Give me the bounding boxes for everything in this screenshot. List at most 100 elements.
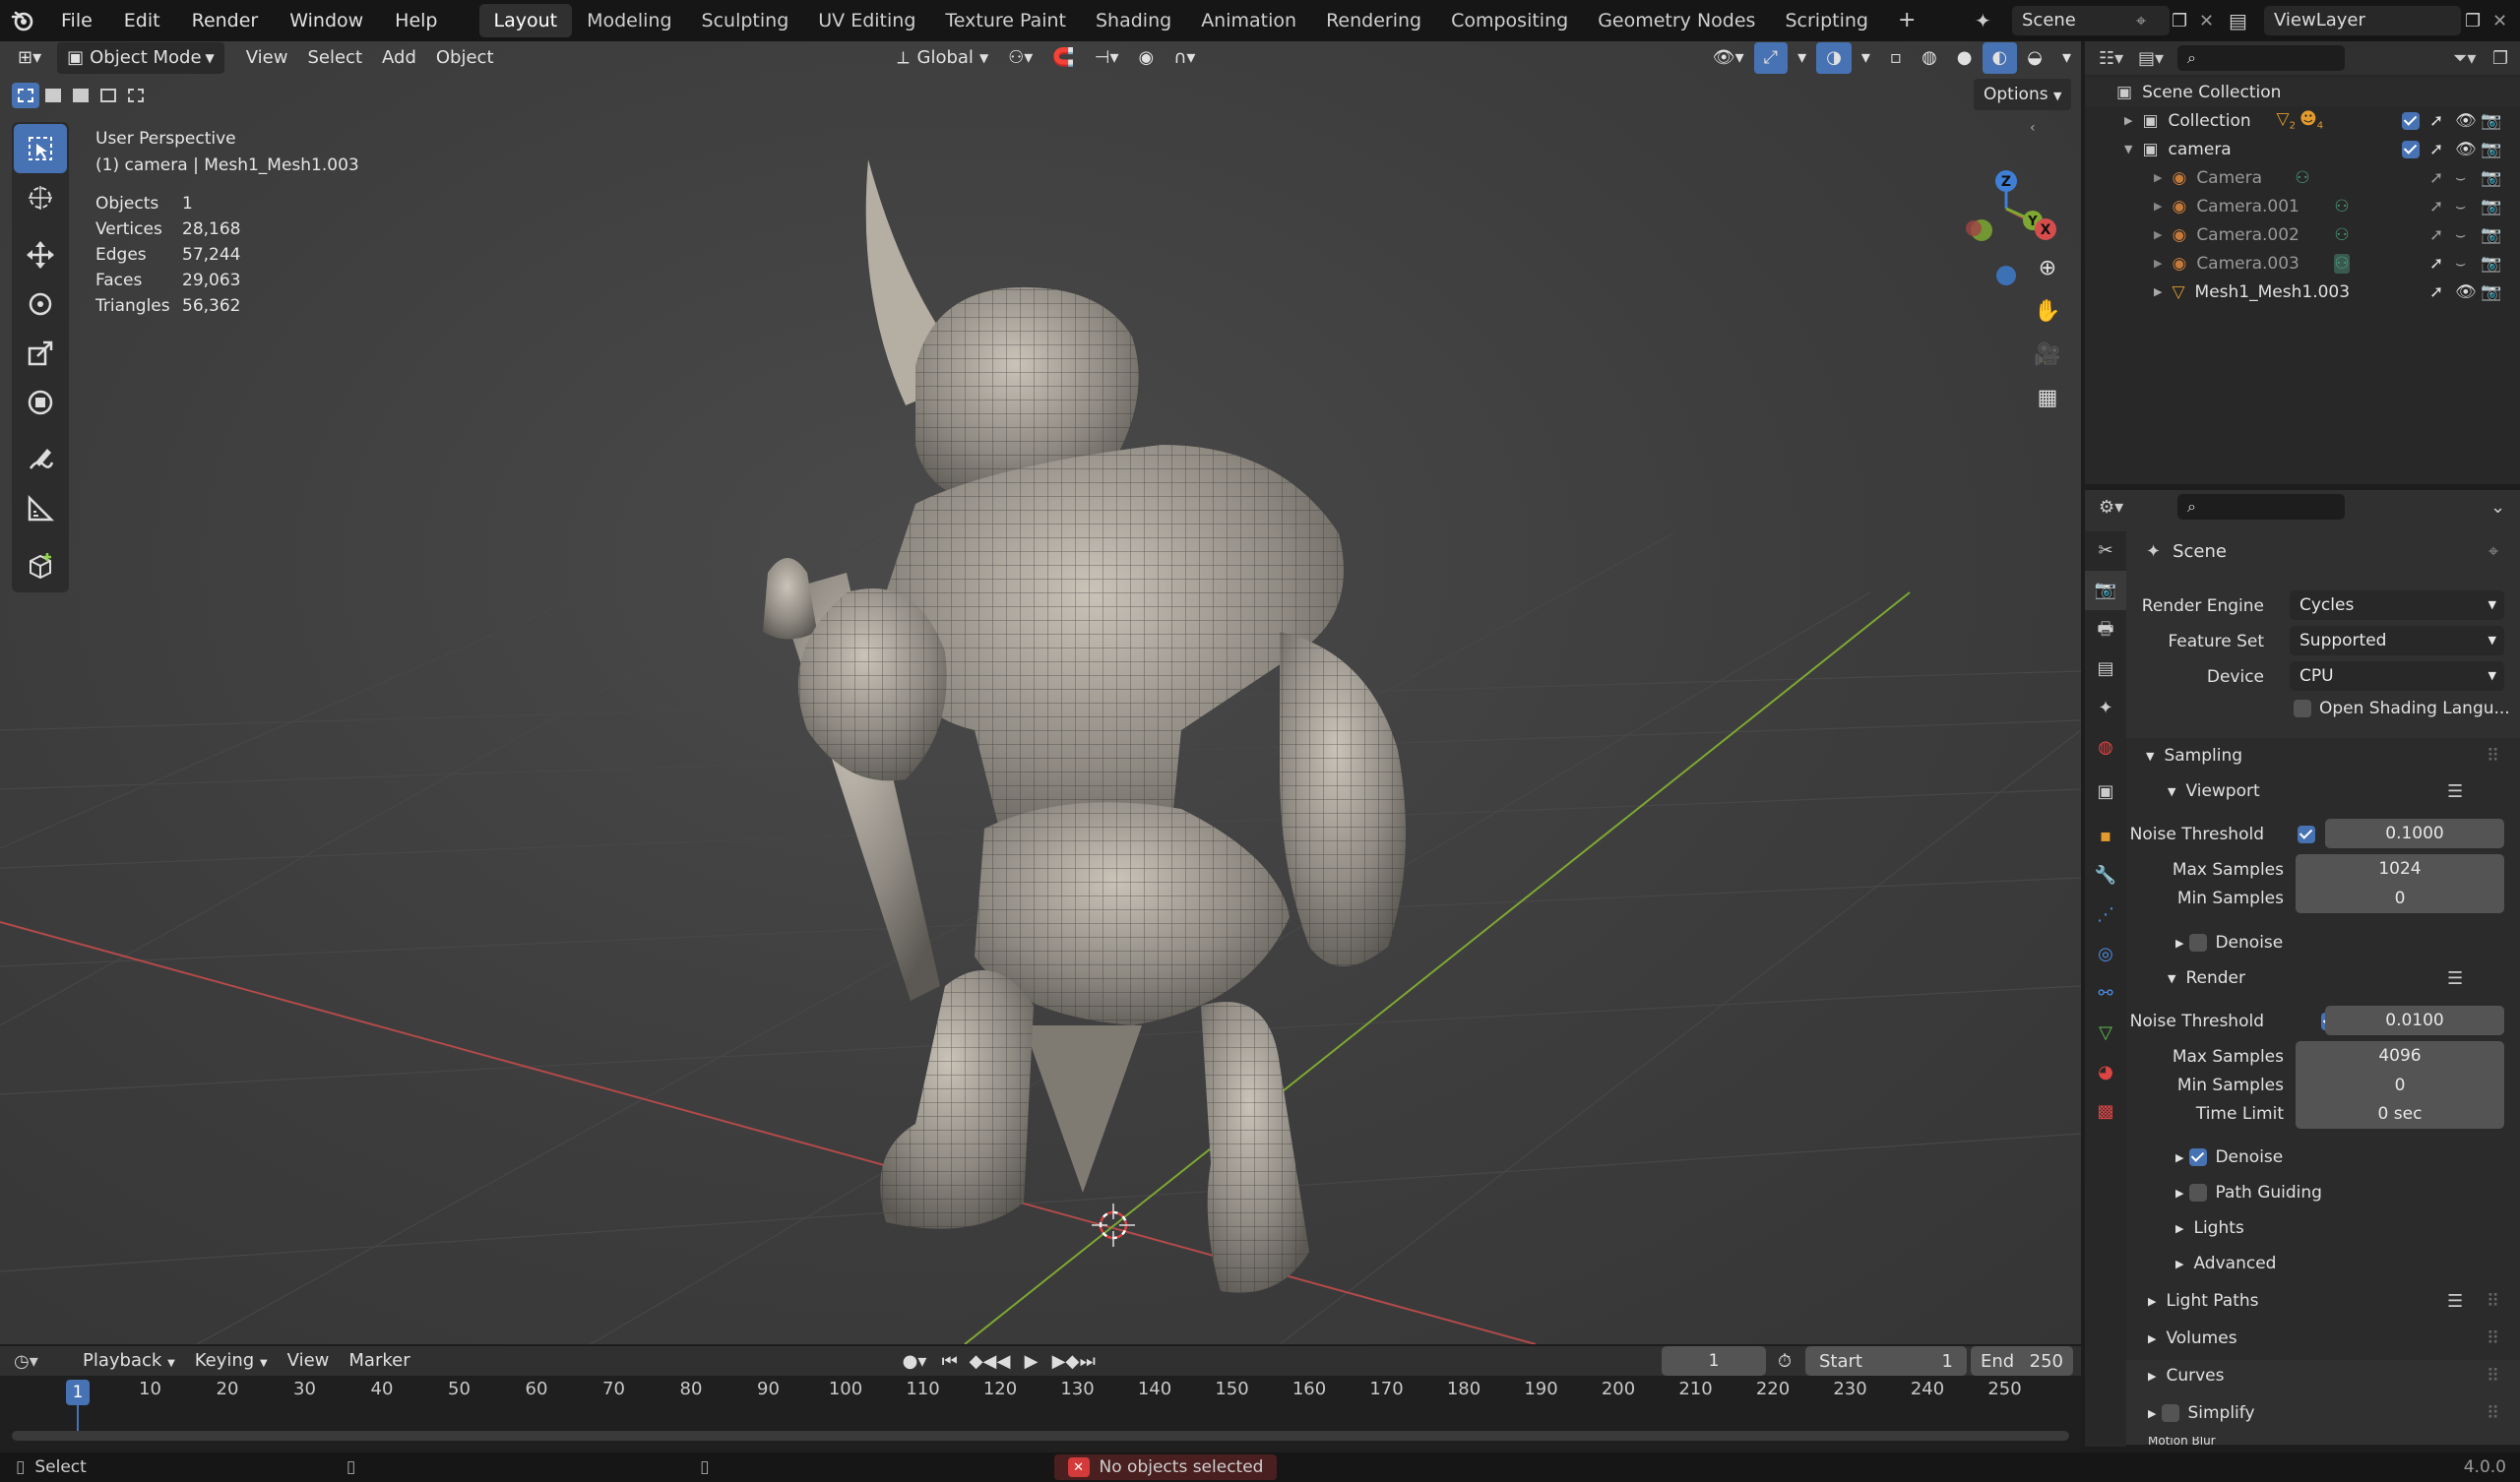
select-arrow-icon[interactable]: ➚ — [2429, 111, 2443, 131]
render-tab-icon[interactable]: 📷 — [2085, 571, 2126, 610]
particles-tab-icon[interactable]: ⋰ — [2085, 895, 2126, 935]
menu-select[interactable]: Select — [297, 42, 372, 74]
shading-solid-icon[interactable]: ● — [1947, 42, 1983, 74]
tab-modeling[interactable]: Modeling — [572, 4, 686, 37]
outliner-row-camera[interactable]: ▶ ◉ Camera ⚇ ➚ ⌣ 📷 — [2085, 163, 2520, 192]
shading-menu-icon[interactable]: ▾ — [2052, 42, 2081, 74]
texture-tab-icon[interactable]: ▩ — [2085, 1092, 2126, 1132]
options-dropdown[interactable]: Options ▼ — [1974, 79, 2072, 110]
device-select[interactable]: CPU ▼ — [2290, 661, 2504, 691]
path-guiding-checkbox[interactable] — [2189, 1184, 2208, 1202]
measure-tool-icon[interactable] — [14, 484, 67, 533]
xray-icon[interactable]: ▫ — [1880, 42, 1912, 74]
feature-set-select[interactable]: Supported ▼ — [2290, 626, 2504, 655]
motion-blur-header[interactable]: Motion Blur — [2148, 1437, 2216, 1445]
playhead[interactable]: 1 — [66, 1380, 90, 1405]
view-layer-icon[interactable]: ▤ — [2229, 9, 2264, 32]
select-arrow-icon[interactable]: ➚ — [2429, 140, 2443, 159]
visibility-eye-closed-icon[interactable]: ⌣ — [2455, 254, 2466, 274]
camera-view-icon[interactable]: 🎥 — [2029, 333, 2066, 376]
tab-compositing[interactable]: Compositing — [1436, 4, 1583, 37]
view-layer-selector[interactable]: ViewLayer — [2264, 6, 2461, 35]
filter-icon[interactable]: ⏷▾ — [2453, 48, 2492, 69]
pin-icon[interactable]: ⌖ — [2488, 541, 2498, 562]
editor-type-icon[interactable]: ⊞▾ — [8, 42, 51, 74]
visibility-eye-icon[interactable]: 👁 — [2455, 282, 2477, 302]
curves-header[interactable]: ▶ Curves — [2148, 1366, 2224, 1386]
3d-viewport[interactable]: ⊞▾ ▣ Object Mode ▼ View Select Add Objec… — [0, 41, 2081, 1344]
render-camera-icon[interactable]: 📷 — [2481, 225, 2501, 245]
physics-tab-icon[interactable]: ◎ — [2085, 935, 2126, 974]
menu-window[interactable]: Window — [274, 0, 379, 41]
menu-help[interactable]: Help — [379, 0, 453, 41]
select-arrow-icon[interactable]: ➚ — [2429, 197, 2443, 216]
tab-rendering[interactable]: Rendering — [1311, 4, 1436, 37]
tab-shading[interactable]: Shading — [1081, 4, 1186, 37]
world-tab-icon[interactable]: ◍ — [2085, 728, 2126, 768]
render-camera-icon[interactable]: 📷 — [2481, 254, 2501, 274]
select-box-tool-icon[interactable] — [14, 124, 67, 173]
select-arrow-icon[interactable]: ➚ — [2429, 225, 2443, 245]
snap-icon[interactable]: 🧲 — [1042, 42, 1084, 74]
light-paths-header[interactable]: ▶ Light Paths — [2148, 1291, 2259, 1311]
disclosure-icon[interactable]: ▶ — [2124, 114, 2132, 127]
presets-list-icon[interactable]: ☰ — [2447, 781, 2463, 802]
cursor-tool-icon[interactable] — [14, 173, 67, 222]
r-denoise-checkbox[interactable] — [2189, 1148, 2208, 1166]
viewport-subheader[interactable]: ▼ Viewport — [2168, 781, 2260, 801]
select-extend-icon[interactable] — [39, 83, 67, 108]
render-camera-icon[interactable]: 📷 — [2481, 282, 2501, 302]
pivot-point-icon[interactable]: ⚇▾ — [998, 42, 1042, 74]
zoom-icon[interactable]: ⊕ — [2029, 246, 2066, 289]
outliner-row-scene-collection[interactable]: ▣ Scene Collection — [2085, 78, 2520, 106]
menu-object[interactable]: Object — [426, 42, 504, 74]
advanced-subheader[interactable]: ▶ Advanced — [2175, 1254, 2276, 1273]
vp-denoise-checkbox[interactable] — [2189, 934, 2208, 952]
drag-handle-icon[interactable]: ⠿ — [2487, 1291, 2499, 1312]
vp-denoise-subheader[interactable]: ▶ Denoise — [2175, 933, 2283, 953]
scene-icon[interactable]: ✦ — [1975, 9, 2012, 32]
drag-handle-icon[interactable]: ⠿ — [2487, 1328, 2499, 1349]
output-tab-icon[interactable]: 🖶 — [2085, 610, 2126, 649]
volumes-header[interactable]: ▶ Volumes — [2148, 1328, 2237, 1348]
presets-list-icon[interactable]: ☰ — [2447, 1291, 2463, 1312]
mode-selector[interactable]: ▣ Object Mode ▼ — [57, 42, 224, 74]
disclosure-icon[interactable]: ▶ — [2154, 171, 2162, 184]
gizmo-menu-icon[interactable]: ▾ — [1788, 42, 1816, 74]
visibility-eye-closed-icon[interactable]: ⌣ — [2455, 168, 2466, 188]
tab-animation[interactable]: Animation — [1186, 4, 1311, 37]
pin-icon[interactable]: ⌖ — [2136, 11, 2166, 31]
scale-tool-icon[interactable] — [14, 329, 67, 378]
visibility-eye-icon[interactable]: 👁 — [2455, 111, 2477, 131]
collection-tab-icon[interactable]: ▣ — [2085, 768, 2126, 817]
disclosure-icon[interactable]: ▶ — [2154, 200, 2162, 213]
exclude-checkbox[interactable] — [2402, 140, 2420, 158]
delete-view-layer-icon[interactable]: ✕ — [2492, 11, 2520, 31]
new-collection-icon[interactable]: ❐ — [2492, 48, 2520, 69]
render-camera-icon[interactable]: 📷 — [2481, 111, 2501, 131]
select-new-icon[interactable] — [12, 83, 39, 108]
drag-handle-icon[interactable]: ⠿ — [2487, 1366, 2499, 1387]
outliner-editor-icon[interactable]: ☷▾ — [2099, 48, 2138, 69]
visibility-eye-icon[interactable]: 👁 — [2455, 140, 2477, 159]
view-layer-tab-icon[interactable]: ▤ — [2085, 649, 2126, 689]
osl-toggle[interactable]: Open Shading Langu... — [2294, 699, 2510, 718]
new-scene-icon[interactable]: ❐ — [2172, 11, 2199, 31]
r-min-samples-field[interactable]: 0 — [2296, 1071, 2504, 1100]
outliner-row-camera-002[interactable]: ▶ ◉ Camera.002 ⚇ ➚ ⌣ 📷 — [2085, 220, 2520, 249]
outliner-row-mesh[interactable]: ▶ ▽ Mesh1_Mesh1.003 ➚ 👁 📷 — [2085, 278, 2520, 306]
osl-checkbox[interactable] — [2294, 700, 2311, 717]
outliner-row-collection[interactable]: ▶ ▣ Collection ▽2 ☻4 ➚ 👁 📷 — [2085, 106, 2520, 135]
new-view-layer-icon[interactable]: ❐ — [2465, 11, 2492, 31]
object-tab-icon[interactable]: ▪ — [2085, 817, 2126, 856]
select-arrow-icon[interactable]: ➚ — [2429, 282, 2443, 302]
r-max-samples-field[interactable]: 4096 — [2296, 1041, 2504, 1071]
drag-handle-icon[interactable]: ⠿ — [2487, 746, 2499, 767]
disclosure-icon[interactable]: ▶ — [2154, 285, 2162, 298]
perspective-toggle-icon[interactable]: ▦ — [2029, 376, 2066, 419]
render-camera-icon[interactable]: 📷 — [2481, 168, 2501, 188]
collapse-sidebar-icon[interactable]: ‹ — [2030, 120, 2036, 136]
tab-sculpting[interactable]: Sculpting — [687, 4, 804, 37]
timeline-track[interactable]: 10 20 30 40 50 60 70 80 90 100 110 120 130 140 150 160 1… — [0, 1376, 2081, 1452]
select-arrow-icon[interactable]: ➚ — [2429, 254, 2443, 274]
